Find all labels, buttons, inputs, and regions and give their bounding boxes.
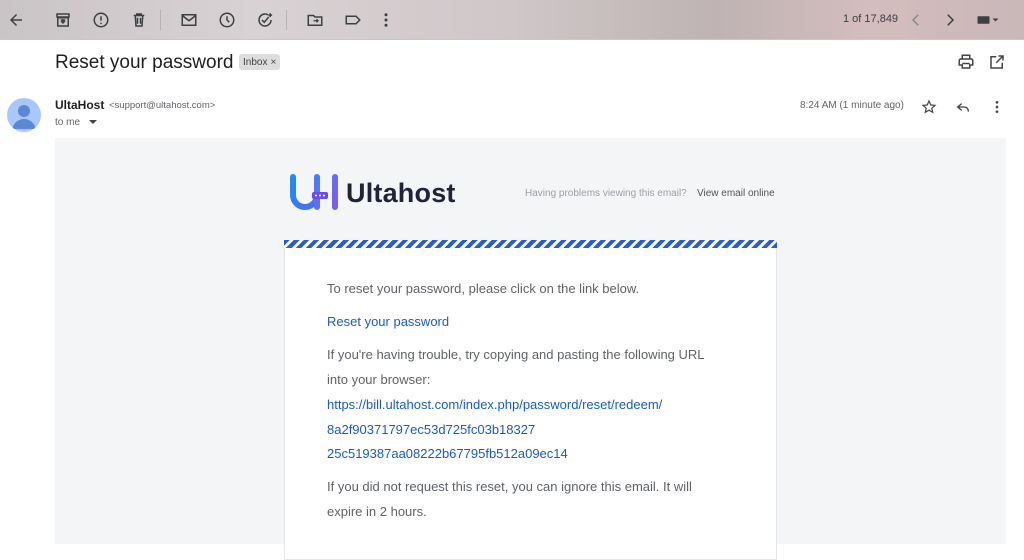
newer-chevron-icon[interactable] <box>904 8 928 32</box>
add-task-icon[interactable] <box>253 8 277 32</box>
delete-icon[interactable] <box>127 8 151 32</box>
toolbar-divider <box>286 10 287 30</box>
reset-password-link[interactable]: Reset your password <box>327 309 449 334</box>
ignore-text-line2: expire in 2 hours. <box>327 504 427 519</box>
sender-name[interactable]: UltaHost <box>55 98 104 112</box>
inbox-label-chip[interactable]: Inbox × <box>239 54 281 70</box>
star-icon[interactable] <box>919 97 939 117</box>
recipient-details-toggle[interactable]: to me <box>55 117 97 128</box>
email-subject: Reset your password <box>55 52 234 73</box>
reset-url-line1[interactable]: https://bill.ultahost.com/index.php/pass… <box>327 392 662 417</box>
recipient-text: to me <box>55 117 81 128</box>
older-chevron-icon[interactable] <box>938 8 962 32</box>
mark-unread-icon[interactable] <box>177 8 201 32</box>
reply-icon[interactable] <box>953 97 973 117</box>
view-email-online-link[interactable]: View email online <box>697 188 775 199</box>
caret-down-icon <box>88 120 97 125</box>
report-spam-icon[interactable] <box>89 8 113 32</box>
archive-icon[interactable] <box>51 8 75 32</box>
avatar[interactable] <box>7 98 41 132</box>
scrollbar[interactable] <box>1018 40 1024 544</box>
ultahost-logo-mark-icon <box>290 174 338 210</box>
label-icon[interactable] <box>341 8 365 32</box>
trouble-text-line1: If you're having trouble, try copying an… <box>327 347 705 362</box>
message-count: 1 of 17,849 <box>843 13 899 25</box>
remove-label-icon[interactable]: × <box>270 57 276 68</box>
trouble-text-line2: into your browser: <box>327 372 431 387</box>
accent-stripe <box>284 240 777 248</box>
more-vert-icon[interactable] <box>374 8 398 32</box>
ultahost-logo: Ultahost <box>290 173 456 213</box>
print-icon[interactable] <box>957 53 975 71</box>
reset-url-line2[interactable]: 8a2f90371797ec53d725fc03b18327 <box>327 417 535 442</box>
back-icon[interactable] <box>4 8 28 32</box>
move-to-icon[interactable] <box>303 8 327 32</box>
view-online-question: Having problems viewing this email? <box>525 188 687 199</box>
intro-text: To reset your password, please click on … <box>327 281 640 296</box>
input-tools-icon[interactable] <box>972 8 1004 32</box>
open-new-window-icon[interactable] <box>988 53 1006 71</box>
ignore-text-line1: If you did not request this reset, you c… <box>327 479 692 494</box>
snooze-icon[interactable] <box>215 8 239 32</box>
toolbar: 1 of 17,849 <box>0 0 1024 40</box>
logo-wordmark: Ultahost <box>346 177 456 208</box>
label-chip-text: Inbox <box>243 56 268 68</box>
toolbar-divider <box>160 10 161 30</box>
more-options-icon[interactable] <box>987 97 1007 117</box>
reset-url-line3[interactable]: 25c519387aa08222b67795fb512a09ec14 <box>327 441 568 466</box>
message-time: 8:24 AM (1 minute ago) <box>800 100 904 111</box>
sender-email: <support@ultahost.com> <box>109 100 216 111</box>
